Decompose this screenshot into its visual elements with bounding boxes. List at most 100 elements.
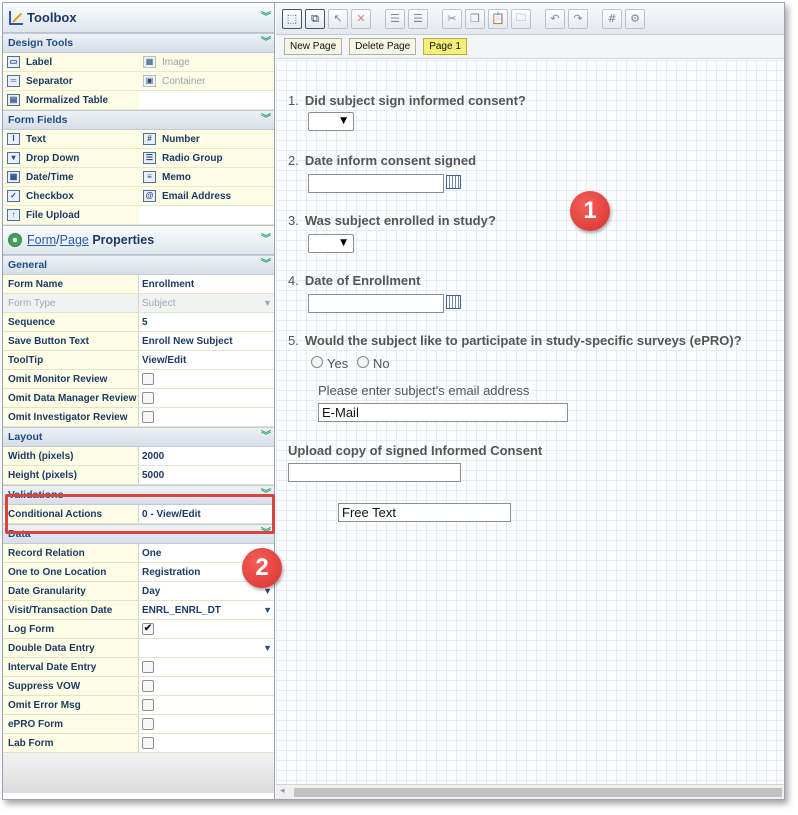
cut-button[interactable]: ✂ <box>442 8 462 29</box>
undo-button[interactable]: ↶ <box>545 8 565 29</box>
tool-image-text: Image <box>162 56 190 68</box>
tool-empty <box>139 206 274 225</box>
pointer-tool-button[interactable]: ↖ <box>328 8 348 29</box>
validations-heading: Validations <box>8 489 64 501</box>
tooltip-value[interactable]: View/Edit <box>139 351 274 369</box>
suppress-vow-checkbox[interactable] <box>142 680 154 692</box>
collapse-chevron-icon[interactable]: ︾ <box>261 38 271 48</box>
q3-dropdown[interactable] <box>308 234 354 253</box>
prop-save-button-text: Save Button Text Enroll New Subject <box>3 332 274 351</box>
group-tool-button[interactable]: ⧉ <box>305 8 325 29</box>
gear-icon: ⚙ <box>630 12 640 25</box>
form-properties-link[interactable]: Form <box>27 233 56 247</box>
q2-date-input[interactable] <box>308 174 444 193</box>
no-radio[interactable] <box>357 356 369 368</box>
tool-checkbox[interactable]: ✓ Checkbox <box>3 187 139 206</box>
collapse-chevron-icon[interactable]: ︾ <box>261 115 271 125</box>
settings-button[interactable]: ⚙ <box>625 8 645 29</box>
copy-button[interactable]: ❐ <box>465 8 485 29</box>
tool-email-address[interactable]: @ Email Address <box>139 187 274 206</box>
form-name-value[interactable]: Enrollment <box>139 275 274 293</box>
double-data-select[interactable]: ▼ <box>139 639 274 657</box>
page-1-tab[interactable]: Page 1 <box>423 38 467 55</box>
width-value[interactable]: 2000 <box>139 447 274 465</box>
q4-date-input[interactable] <box>308 294 444 313</box>
omit-data-manager-checkbox[interactable] <box>142 392 154 404</box>
tool-empty <box>139 91 274 110</box>
visit-date-select[interactable]: ENRL_ENRL_DT ▼ <box>139 601 274 619</box>
collapse-chevron-icon[interactable]: ︾ <box>261 529 271 539</box>
grid-button[interactable]: # <box>602 8 622 29</box>
select-tool-button[interactable]: ⬚ <box>282 8 302 29</box>
toolbox-header[interactable]: Toolbox ︾ <box>3 3 274 33</box>
tool-memo[interactable]: ≡ Memo <box>139 168 274 187</box>
form-canvas[interactable]: 1. Did subject sign informed consent? 2. D… <box>276 60 784 784</box>
design-tools-header[interactable]: Design Tools ︾ <box>3 33 274 53</box>
omit-investigator-checkbox[interactable] <box>142 411 154 423</box>
collapse-chevron-icon[interactable]: ︾ <box>261 490 271 500</box>
align-left-button[interactable]: ☰ <box>385 8 405 29</box>
yes-radio[interactable] <box>311 356 323 368</box>
tool-number[interactable]: # Number <box>139 130 274 149</box>
group-icon: ⧉ <box>311 11 319 25</box>
toolbox-title: Toolbox <box>27 10 77 25</box>
tool-separator[interactable]: ═ Separator <box>3 72 139 91</box>
collapse-chevron-icon[interactable]: ︾ <box>261 235 271 245</box>
omit-error-checkbox[interactable] <box>142 699 154 711</box>
open-button[interactable]: 🗀 <box>511 8 531 29</box>
omit-monitor-checkbox[interactable] <box>142 373 154 385</box>
page-properties-link[interactable]: Page <box>60 233 89 247</box>
tool-drop-down-label: Drop Down <box>26 152 80 164</box>
log-form-checkbox[interactable]: ✔ <box>142 623 154 635</box>
cut-icon: ✂ <box>447 12 457 25</box>
interval-date-checkbox[interactable] <box>142 661 154 673</box>
properties-header: Form / Page Properties ︾ <box>3 225 274 255</box>
prop-label: Form Type <box>3 294 139 312</box>
tool-text[interactable]: I Text <box>3 130 139 149</box>
layout-header[interactable]: Layout ︾ <box>3 427 274 447</box>
general-header[interactable]: General ︾ <box>3 255 274 275</box>
prop-omit-data-manager: Omit Data Manager Review <box>3 389 274 408</box>
tool-date-time[interactable]: ▦ Date/Time <box>3 168 139 187</box>
horizontal-scrollbar[interactable]: ◂ <box>276 784 784 799</box>
question-text: Did subject sign informed consent? <box>304 93 526 108</box>
q1-dropdown[interactable] <box>308 112 354 131</box>
prop-omit-monitor: Omit Monitor Review <box>3 370 274 389</box>
prop-label: Height (pixels) <box>3 466 139 484</box>
calendar-icon[interactable] <box>446 175 461 189</box>
paste-button[interactable]: 📋 <box>488 8 508 29</box>
collapse-chevron-icon[interactable]: ︾ <box>261 12 271 23</box>
tool-label[interactable]: ▭ Label <box>3 53 139 72</box>
validations-header[interactable]: Validations ︾ <box>3 485 274 505</box>
epro-form-checkbox[interactable] <box>142 718 154 730</box>
tool-file-upload[interactable]: ↑ File Upload <box>3 206 139 225</box>
prop-label: Suppress VOW <box>3 677 139 695</box>
tool-normalized-table[interactable]: ▤ Normalized Table <box>3 91 139 110</box>
height-value[interactable]: 5000 <box>139 466 274 484</box>
free-text-input[interactable]: Free Text <box>338 503 511 522</box>
date-granularity-value: Day <box>142 585 161 597</box>
conditional-actions-value[interactable]: 0 - View/Edit <box>139 505 274 523</box>
align-right-button[interactable]: ☰ <box>408 8 428 29</box>
new-page-button[interactable]: New Page <box>284 38 343 55</box>
scroll-thumb[interactable] <box>294 788 782 797</box>
question-number: 5. <box>288 333 299 348</box>
collapse-chevron-icon[interactable]: ︾ <box>261 260 271 270</box>
delete-page-button[interactable]: Delete Page <box>349 38 417 55</box>
scroll-left-icon[interactable]: ◂ <box>280 786 285 796</box>
sequence-value[interactable]: 5 <box>139 313 274 331</box>
redo-button[interactable]: ↷ <box>568 8 588 29</box>
tool-drop-down[interactable]: ▾ Drop Down <box>3 149 139 168</box>
tool-radio-group[interactable]: ☰ Radio Group <box>139 149 274 168</box>
lab-form-checkbox[interactable] <box>142 737 154 749</box>
delete-button[interactable]: ✕ <box>351 8 371 29</box>
data-header[interactable]: Data ︾ <box>3 524 274 544</box>
file-upload-input[interactable] <box>288 463 461 482</box>
form-fields-header[interactable]: Form Fields ︾ <box>3 110 274 130</box>
save-button-text-value[interactable]: Enroll New Subject <box>139 332 274 350</box>
callout-badge-1: 1 <box>570 191 610 231</box>
email-input[interactable]: E-Mail <box>318 403 568 422</box>
collapse-chevron-icon[interactable]: ︾ <box>261 432 271 442</box>
calendar-icon[interactable] <box>446 295 461 309</box>
general-heading: General <box>8 259 48 271</box>
